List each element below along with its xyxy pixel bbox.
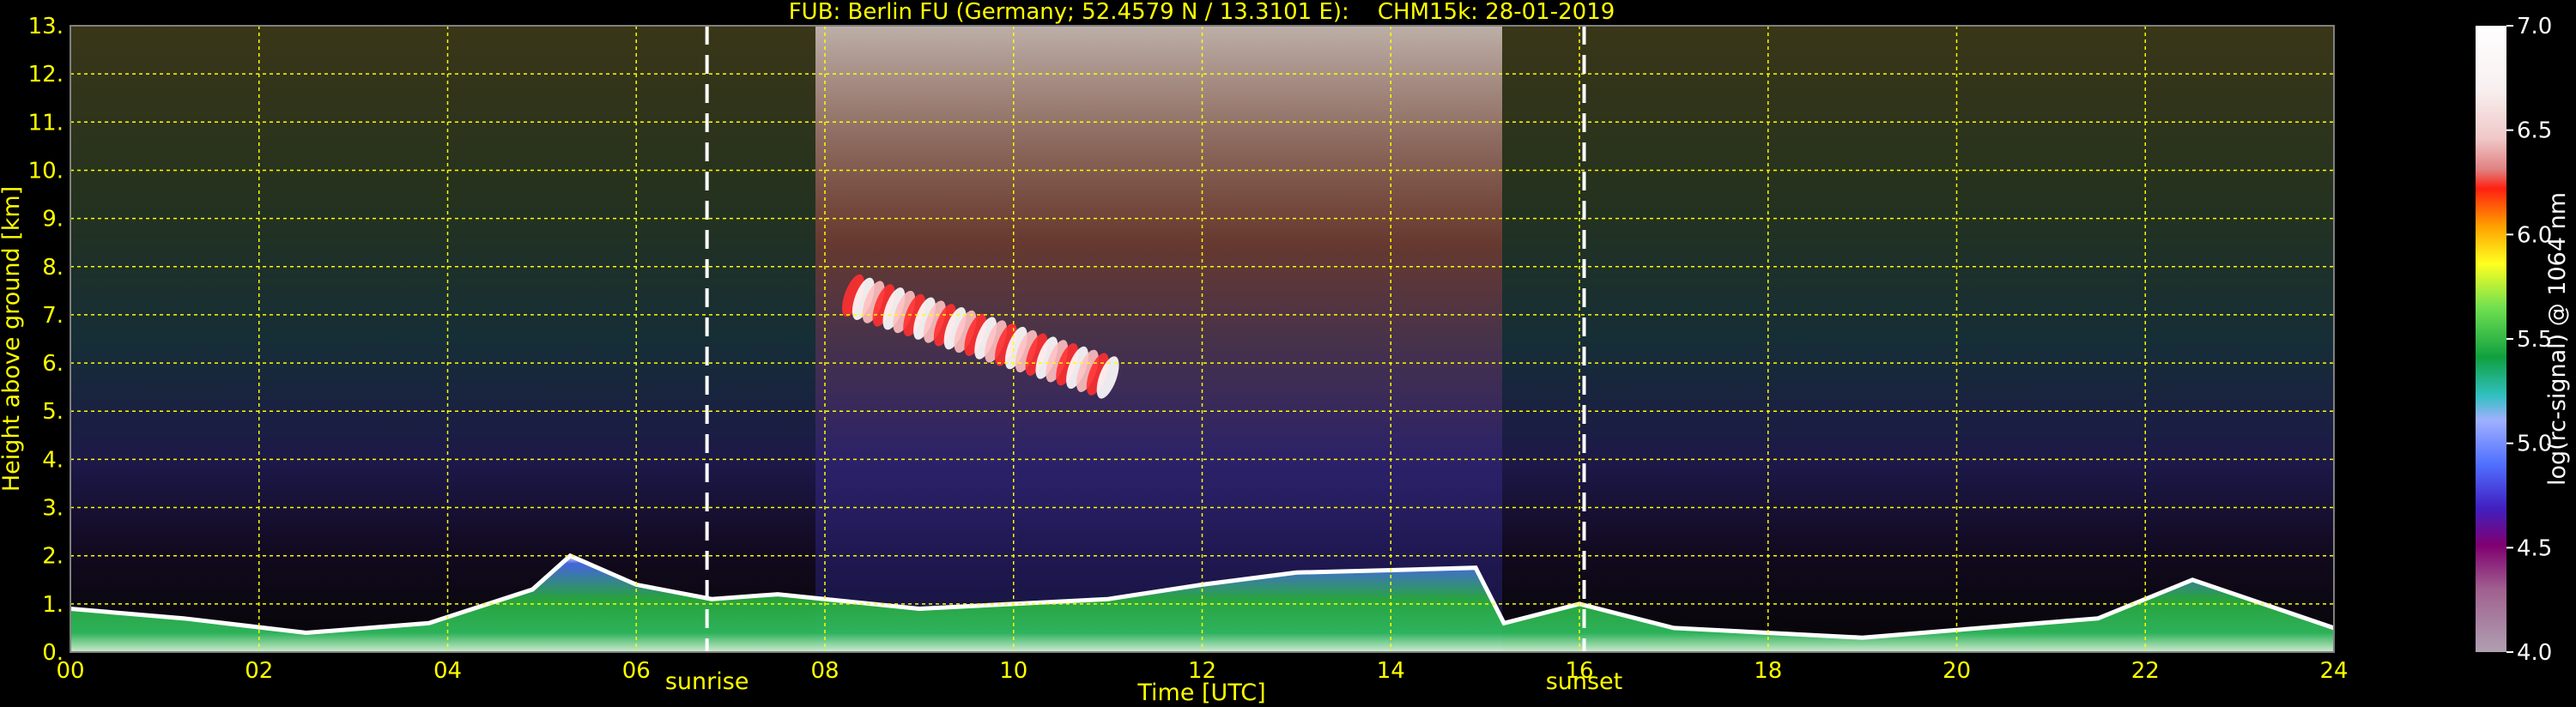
y-tick-labels: 0.1.2.3.4.5.6.7.8.9.10.11.12.13. xyxy=(28,14,64,666)
x-tick-label: 06 xyxy=(622,658,651,684)
colorbar-label: log(rc-signal) @ 1064 nm xyxy=(2544,192,2571,486)
x-tick-label: 10 xyxy=(999,658,1027,684)
x-axis-label: Time [UTC] xyxy=(1136,680,1265,706)
y-tick-label: 8. xyxy=(42,255,64,281)
x-tick-label: 02 xyxy=(245,658,273,684)
y-tick-label: 6. xyxy=(42,351,64,377)
sun-marker-label: sunset xyxy=(1546,668,1623,695)
x-tick-label: 00 xyxy=(56,658,84,684)
x-tick-label: 14 xyxy=(1377,658,1405,684)
y-tick-label: 13. xyxy=(28,14,64,39)
y-tick-label: 3. xyxy=(42,496,64,522)
y-tick-label: 10. xyxy=(28,158,64,184)
x-tick-label: 24 xyxy=(2319,658,2348,684)
x-tick-label: 04 xyxy=(433,658,462,684)
y-tick-label: 12. xyxy=(28,62,64,88)
y-tick-label: 11. xyxy=(28,110,64,136)
y-tick-label: 7. xyxy=(42,303,64,329)
y-tick-label: 5. xyxy=(42,399,64,425)
x-tick-label: 20 xyxy=(1943,658,1971,684)
sun-marker-label: sunrise xyxy=(665,668,749,695)
y-tick-label: 1. xyxy=(42,592,64,618)
lidar-chart: 0.1.2.3.4.5.6.7.8.9.10.11.12.13. 00 02 04 0… xyxy=(0,0,2571,706)
x-tick-label: 08 xyxy=(810,658,839,684)
colorbar-tick-label: 4.0 xyxy=(2517,640,2552,666)
x-tick-label: 18 xyxy=(1754,658,1782,684)
y-axis-label: Height above ground [km] xyxy=(0,186,25,492)
chart-title: FUB: Berlin FU (Germany; 52.4579 N / 13.… xyxy=(789,0,1615,25)
colorbar xyxy=(2476,26,2506,652)
y-tick-label: 4. xyxy=(42,447,64,473)
colorbar-tick-label: 4.5 xyxy=(2517,535,2552,561)
y-tick-label: 9. xyxy=(42,207,64,233)
x-tick-label: 22 xyxy=(2131,658,2160,684)
colorbar-tick-label: 6.5 xyxy=(2517,118,2552,144)
colorbar-tick-label: 7.0 xyxy=(2517,14,2552,39)
y-tick-label: 2. xyxy=(42,544,64,570)
